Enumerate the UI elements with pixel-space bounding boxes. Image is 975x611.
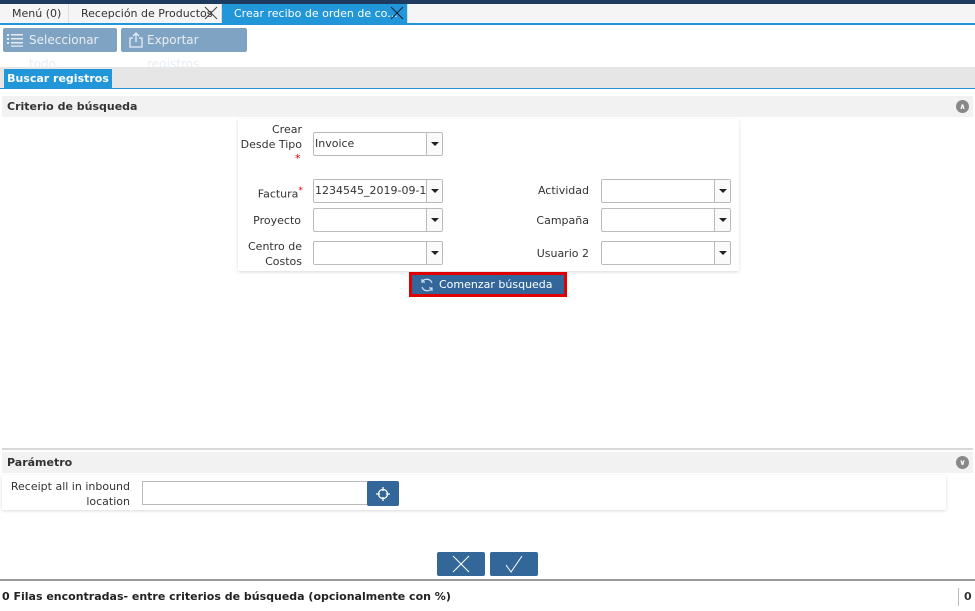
create-from-type-label: Crear Desde Tipo — [240, 123, 302, 151]
invoice-label: Factura* — [257, 185, 303, 201]
select-all-button[interactable]: Seleccionar todo — [3, 28, 117, 71]
window-tabs: Menú (0) Recepción de Productos Crear re… — [0, 4, 975, 25]
tab-recepcion-productos[interactable]: Recepción de Productos — [69, 4, 222, 23]
campaign-label: Campaña — [536, 214, 589, 227]
dropdown-arrow-icon[interactable] — [714, 180, 730, 202]
parameter-section-header: Parámetro ∨ — [2, 452, 973, 473]
required-mark: * — [295, 152, 301, 165]
activity-select[interactable] — [601, 179, 731, 203]
tab-crear-recibo[interactable]: Crear recibo de orden de co... — [222, 4, 408, 23]
cost-center-select[interactable] — [313, 241, 443, 265]
dropdown-arrow-icon[interactable] — [426, 180, 442, 202]
close-icon[interactable] — [204, 6, 218, 20]
cost-center-label: Centro de Costos — [248, 240, 302, 268]
expand-icon[interactable]: ∨ — [956, 456, 969, 469]
receipt-location-input[interactable] — [142, 481, 368, 505]
list-icon — [7, 34, 23, 47]
check-icon — [505, 555, 523, 573]
project-select[interactable] — [313, 208, 443, 232]
status-text: 0 Filas encontradas- entre criterios de … — [2, 590, 451, 603]
close-icon — [452, 555, 470, 573]
close-icon[interactable] — [390, 6, 404, 20]
status-count: 0 — [958, 588, 972, 606]
start-search-button[interactable]: Comenzar búsqueda ... — [409, 272, 567, 310]
tab-buscar-registros[interactable]: Buscar registros — [4, 69, 112, 89]
status-divider — [0, 579, 975, 581]
receipt-location-label: Receipt all in inbound location — [10, 480, 130, 508]
dropdown-arrow-icon[interactable] — [426, 209, 442, 231]
ok-button[interactable] — [490, 552, 538, 576]
crosshair-icon — [376, 487, 390, 501]
campaign-select[interactable] — [601, 208, 731, 232]
locator-button[interactable] — [367, 481, 399, 506]
collapse-icon[interactable]: ∧ — [956, 100, 969, 113]
tab-menu[interactable]: Menú (0) — [0, 4, 69, 23]
dropdown-arrow-icon[interactable] — [426, 133, 442, 155]
activity-label: Actividad — [537, 184, 589, 197]
invoice-select[interactable]: 1234545_2019-09-10 0 — [313, 179, 443, 203]
search-tab-bar — [0, 67, 975, 89]
divider — [2, 448, 973, 450]
export-icon — [129, 32, 143, 48]
user2-select[interactable] — [601, 241, 731, 265]
cancel-button[interactable] — [437, 552, 485, 576]
dropdown-arrow-icon[interactable] — [426, 242, 442, 264]
project-label: Proyecto — [253, 214, 301, 227]
criteria-section-header: Criterio de búsqueda ∧ — [2, 96, 973, 117]
dropdown-arrow-icon[interactable] — [714, 209, 730, 231]
refresh-icon — [421, 278, 433, 292]
create-from-type-select[interactable]: Invoice — [313, 132, 443, 156]
user2-label: Usuario 2 — [536, 247, 589, 260]
export-records-button[interactable]: Exportar registros — [121, 28, 247, 71]
dropdown-arrow-icon[interactable] — [714, 242, 730, 264]
